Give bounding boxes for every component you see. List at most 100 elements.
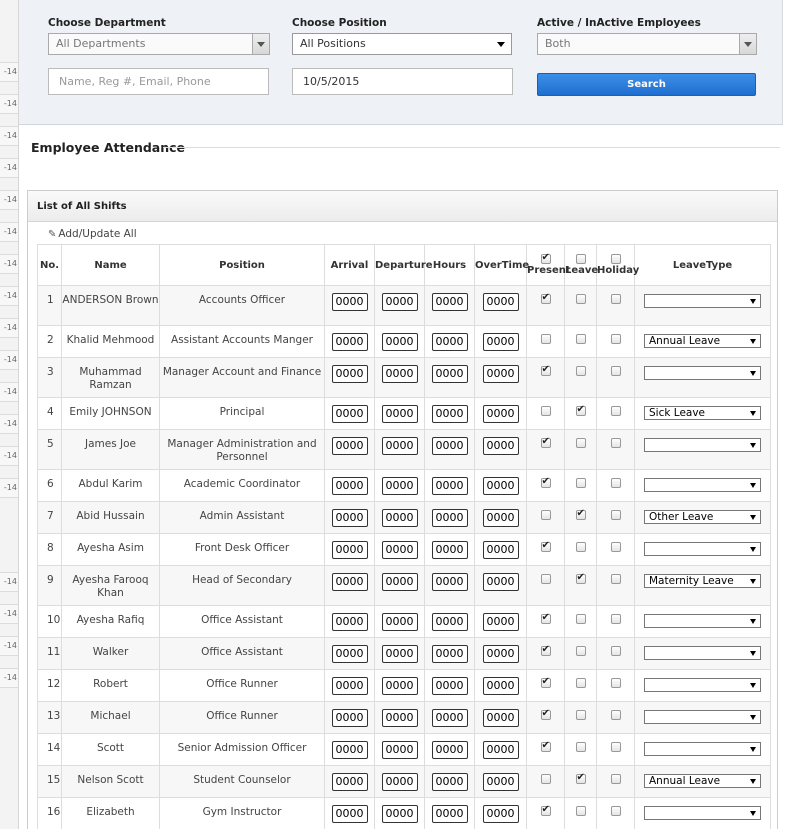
holiday-checkbox[interactable] xyxy=(610,774,621,784)
holiday-checkbox[interactable] xyxy=(610,438,621,448)
leavetype-select[interactable]: Annual Leave xyxy=(644,334,761,348)
overtime-input[interactable]: 0000 xyxy=(482,573,519,591)
present-checkbox[interactable] xyxy=(540,540,551,552)
departure-input[interactable]: 0000 xyxy=(381,477,418,495)
leavetype-select[interactable] xyxy=(644,646,761,660)
arrival-input[interactable]: 0000 xyxy=(331,477,368,495)
present-checkbox[interactable] xyxy=(540,740,551,752)
arrival-input[interactable]: 0000 xyxy=(331,541,368,559)
departure-input[interactable]: 0000 xyxy=(381,741,418,759)
leavetype-select[interactable] xyxy=(644,438,761,452)
departure-input[interactable]: 0000 xyxy=(381,645,418,663)
position-select[interactable]: All Positions xyxy=(292,33,512,55)
hours-input[interactable]: 0000 xyxy=(431,509,468,527)
leavetype-select[interactable] xyxy=(644,742,761,756)
departure-input[interactable]: 0000 xyxy=(381,293,418,311)
leave-all-checkbox[interactable] xyxy=(575,254,586,264)
present-checkbox[interactable] xyxy=(540,804,551,816)
leave-checkbox[interactable] xyxy=(575,334,586,344)
hours-input[interactable]: 0000 xyxy=(431,477,468,495)
overtime-input[interactable]: 0000 xyxy=(482,293,519,311)
holiday-checkbox[interactable] xyxy=(610,510,621,520)
hours-input[interactable]: 0000 xyxy=(431,805,468,823)
holiday-checkbox[interactable] xyxy=(610,574,621,584)
hours-input[interactable]: 0000 xyxy=(431,709,468,727)
add-update-all-link[interactable]: ✎ Add/Update All xyxy=(48,228,137,240)
holiday-checkbox[interactable] xyxy=(610,294,621,304)
overtime-input[interactable]: 0000 xyxy=(482,709,519,727)
hours-input[interactable]: 0000 xyxy=(431,437,468,455)
leave-checkbox[interactable] xyxy=(575,404,586,416)
departure-input[interactable]: 0000 xyxy=(381,365,418,383)
arrival-input[interactable]: 0000 xyxy=(331,613,368,631)
leave-checkbox[interactable] xyxy=(575,572,586,584)
present-checkbox[interactable] xyxy=(540,406,551,416)
holiday-checkbox[interactable] xyxy=(610,646,621,656)
present-checkbox[interactable] xyxy=(540,476,551,488)
leavetype-select[interactable] xyxy=(644,678,761,692)
hours-input[interactable]: 0000 xyxy=(431,773,468,791)
present-checkbox[interactable] xyxy=(540,436,551,448)
departure-input[interactable]: 0000 xyxy=(381,437,418,455)
present-checkbox[interactable] xyxy=(540,644,551,656)
present-checkbox[interactable] xyxy=(540,510,551,520)
present-checkbox[interactable] xyxy=(540,364,551,376)
overtime-input[interactable]: 0000 xyxy=(482,677,519,695)
hours-input[interactable]: 0000 xyxy=(431,677,468,695)
departure-input[interactable]: 0000 xyxy=(381,773,418,791)
overtime-input[interactable]: 0000 xyxy=(482,365,519,383)
holiday-checkbox[interactable] xyxy=(610,478,621,488)
leavetype-select[interactable] xyxy=(644,294,761,308)
holiday-checkbox[interactable] xyxy=(610,742,621,752)
departure-input[interactable]: 0000 xyxy=(381,613,418,631)
hours-input[interactable]: 0000 xyxy=(431,541,468,559)
present-checkbox[interactable] xyxy=(540,612,551,624)
present-checkbox[interactable] xyxy=(540,774,551,784)
leave-checkbox[interactable] xyxy=(575,806,586,816)
present-checkbox[interactable] xyxy=(540,334,551,344)
leavetype-select[interactable]: Other Leave xyxy=(644,510,761,524)
overtime-input[interactable]: 0000 xyxy=(482,437,519,455)
hours-input[interactable]: 0000 xyxy=(431,333,468,351)
overtime-input[interactable]: 0000 xyxy=(482,805,519,823)
hours-input[interactable]: 0000 xyxy=(431,293,468,311)
leave-checkbox[interactable] xyxy=(575,294,586,304)
departure-input[interactable]: 0000 xyxy=(381,709,418,727)
leave-checkbox[interactable] xyxy=(575,478,586,488)
arrival-input[interactable]: 0000 xyxy=(331,805,368,823)
arrival-input[interactable]: 0000 xyxy=(331,437,368,455)
arrival-input[interactable]: 0000 xyxy=(331,741,368,759)
overtime-input[interactable]: 0000 xyxy=(482,509,519,527)
leavetype-select[interactable] xyxy=(644,710,761,724)
leavetype-select[interactable] xyxy=(644,478,761,492)
leavetype-select[interactable] xyxy=(644,806,761,820)
arrival-input[interactable]: 0000 xyxy=(331,773,368,791)
leave-checkbox[interactable] xyxy=(575,542,586,552)
holiday-checkbox[interactable] xyxy=(610,406,621,416)
departure-input[interactable]: 0000 xyxy=(381,509,418,527)
present-checkbox[interactable] xyxy=(540,574,551,584)
date-input[interactable] xyxy=(292,68,513,95)
arrival-input[interactable]: 0000 xyxy=(331,709,368,727)
arrival-input[interactable]: 0000 xyxy=(331,333,368,351)
leave-checkbox[interactable] xyxy=(575,614,586,624)
departure-input[interactable]: 0000 xyxy=(381,541,418,559)
arrival-input[interactable]: 0000 xyxy=(331,677,368,695)
department-select[interactable]: All Departments xyxy=(48,33,270,55)
arrival-input[interactable]: 0000 xyxy=(331,645,368,663)
departure-input[interactable]: 0000 xyxy=(381,333,418,351)
leavetype-select[interactable]: Annual Leave xyxy=(644,774,761,788)
arrival-input[interactable]: 0000 xyxy=(331,573,368,591)
holiday-checkbox[interactable] xyxy=(610,710,621,720)
leavetype-select[interactable] xyxy=(644,366,761,380)
leave-checkbox[interactable] xyxy=(575,646,586,656)
hours-input[interactable]: 0000 xyxy=(431,573,468,591)
departure-input[interactable]: 0000 xyxy=(381,573,418,591)
hours-input[interactable]: 0000 xyxy=(431,405,468,423)
hours-input[interactable]: 0000 xyxy=(431,613,468,631)
arrival-input[interactable]: 0000 xyxy=(331,365,368,383)
holiday-all-checkbox[interactable] xyxy=(610,254,621,264)
overtime-input[interactable]: 0000 xyxy=(482,613,519,631)
overtime-input[interactable]: 0000 xyxy=(482,645,519,663)
leavetype-select[interactable]: Sick Leave xyxy=(644,406,761,420)
